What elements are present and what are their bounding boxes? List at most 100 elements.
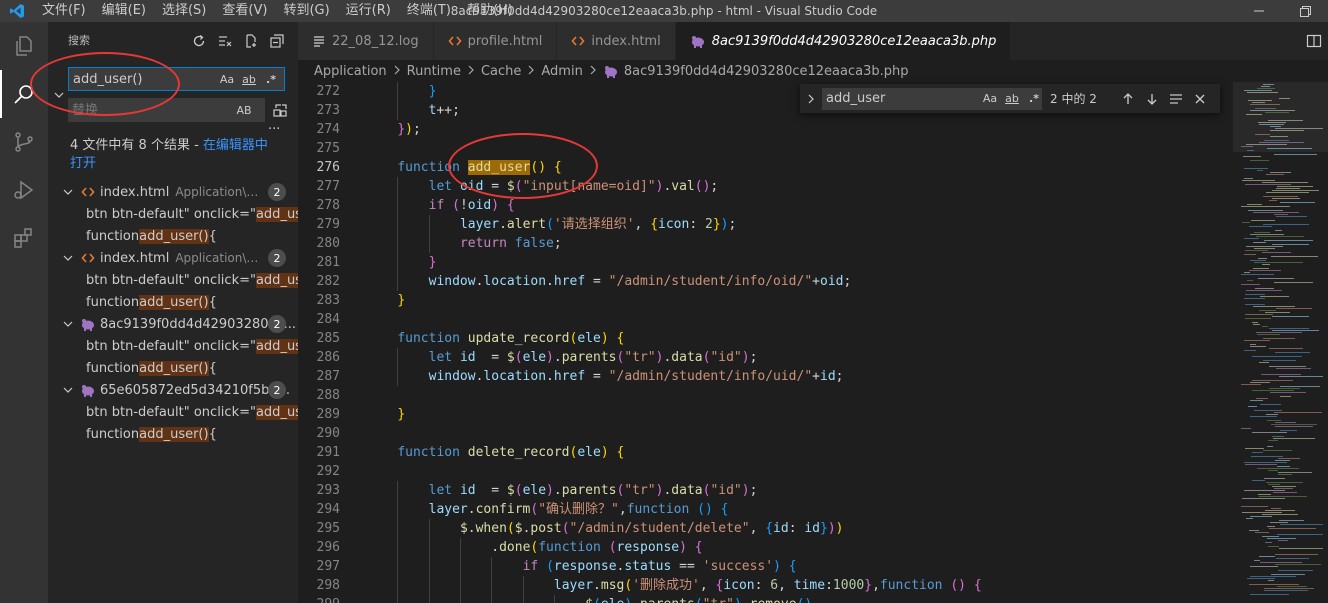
refresh-icon[interactable] [190,32,208,50]
code-line: 295 $.when($.post("/admin/student/delete"… [298,519,1233,538]
chevron-down-icon[interactable] [60,382,76,398]
code-line: 284 [298,310,1233,329]
minimap-line [1272,244,1309,245]
whole-word-toggle[interactable]: ab [241,73,257,86]
search-result-match[interactable]: btn btn-default" onclick="add_user... [48,335,298,357]
search-result-match[interactable]: function add_user() { [48,225,298,247]
code-token: ) [741,483,750,498]
chevron-down-icon[interactable] [60,184,76,200]
code-token: } [397,407,406,422]
next-match-icon[interactable] [1140,88,1164,110]
minimap-line [1254,248,1275,249]
editor-tab[interactable]: 22_08_12.log [298,22,434,60]
minimap-line [1259,142,1304,143]
activity-bar [0,22,48,603]
code-token: . [546,274,554,289]
search-result-match[interactable]: function add_user() { [48,357,298,379]
breadcrumb-item[interactable]: Admin [541,64,582,79]
minimize-icon[interactable] [1236,0,1282,22]
breadcrumb-item[interactable]: Application [314,64,387,79]
explorer-icon[interactable] [0,22,48,70]
find-in-selection-icon[interactable] [1164,88,1188,110]
search-result-file[interactable]: index.html Application\Admi...2 [48,181,298,203]
indent-guide [397,196,399,215]
menu-item[interactable]: 文件(F) [34,0,94,22]
search-result-file[interactable]: 8ac9139f0dd4d42903280ce... 2 [48,313,298,335]
minimap-line [1263,224,1309,225]
search-result-match[interactable]: btn btn-default" onclick="add_user... [48,269,298,291]
minimap-line [1241,384,1261,385]
find-input[interactable] [826,91,976,106]
search-result-match[interactable]: btn btn-default" onclick="add_user... [48,203,298,225]
minimap-line [1276,368,1311,369]
code-token: false [514,236,554,251]
previous-match-icon[interactable] [1116,88,1140,110]
code-token: ; [412,122,421,137]
close-icon[interactable] [1188,88,1212,110]
minimap-line [1246,246,1283,247]
preserve-case-toggle[interactable]: AB [236,104,252,117]
menu-item[interactable]: 帮助(H) [459,0,521,22]
minimap-line [1244,462,1287,463]
breadcrumb-item[interactable]: Cache [481,64,521,79]
search-result-file[interactable]: index.html Application\Admi...2 [48,247,298,269]
result-file-name: 65e605872ed5d34210f5b3... [100,382,291,398]
minimap-line [1269,348,1303,349]
chevron-right-icon[interactable] [800,93,822,105]
minimap-line [1250,594,1289,595]
find-regex-toggle[interactable]: .* [1026,92,1042,105]
extensions-icon[interactable] [0,214,48,262]
match-case-toggle[interactable]: Aa [219,73,235,86]
replace-all-icon[interactable] [272,102,288,118]
chevron-down-icon[interactable] [60,250,76,266]
indent-guide [397,557,399,576]
search-result-match[interactable]: function add_user() { [48,291,298,313]
menu-item[interactable]: 转到(G) [275,0,337,22]
menu-item[interactable]: 编辑(E) [94,0,154,22]
code-line: 290 [298,424,1233,443]
minimap-line [1256,332,1302,333]
code-token: data [671,483,703,498]
code-line: 293 let id = $(ele).parents("tr").data("i… [298,481,1233,500]
breadcrumb-item[interactable]: 8ac9139f0dd4d42903280ce12eaaca3b.php [624,64,909,79]
new-search-editor-icon[interactable] [242,32,260,50]
regex-toggle[interactable]: .* [263,73,279,86]
code-token: location [483,274,547,289]
editor-tab[interactable]: index.html [557,22,676,60]
editor-tab[interactable]: profile.html [433,22,558,60]
menu-item[interactable]: 运行(R) [338,0,399,22]
minimap-line [1251,456,1283,457]
menu-item[interactable]: 终端(T) [399,0,459,22]
minimap-line [1250,400,1263,401]
clear-results-icon[interactable] [216,32,234,50]
find-match-case-toggle[interactable]: Aa [982,92,998,105]
minimap-line [1244,90,1272,91]
menu-item[interactable]: 查看(V) [214,0,275,22]
match-prefix-text: function [86,294,140,310]
minimap-line [1244,178,1253,179]
source-control-icon[interactable] [0,118,48,166]
run-debug-icon[interactable] [0,166,48,214]
code-token: ! [459,198,468,213]
editor-tab[interactable]: 8ac9139f0dd4d42903280ce12eaaca3b.php [675,22,1012,60]
search-result-file[interactable]: 65e605872ed5d34210f5b3... 2 [48,379,298,401]
breadcrumb-item[interactable]: Runtime [407,64,461,79]
minimap-line [1257,468,1299,469]
code-editor[interactable]: 272} 273 t++; 274}); 275 276 function add_user… [298,82,1233,603]
search-result-match[interactable]: btn btn-default" onclick="add_user... [48,401,298,423]
collapse-all-icon[interactable] [268,32,286,50]
chevron-down-icon[interactable] [60,316,76,332]
more-options-icon[interactable]: ··· [268,122,280,137]
restore-icon[interactable] [1282,0,1328,22]
code-token: . [632,597,640,603]
code-text: window.location.href = "/admin/student/i… [429,367,844,386]
find-whole-word-toggle[interactable]: ab [1004,92,1020,105]
result-file-name: 8ac9139f0dd4d42903280ce... [100,316,297,332]
search-result-match[interactable]: function add_user() { [48,423,298,445]
split-editor-icon[interactable] [1306,33,1322,49]
menu-item[interactable]: 选择(S) [154,0,214,22]
minimap-line [1248,406,1257,407]
line-number: 281 [316,255,340,270]
minimap[interactable] [1233,82,1328,603]
minimap-line [1245,318,1271,319]
